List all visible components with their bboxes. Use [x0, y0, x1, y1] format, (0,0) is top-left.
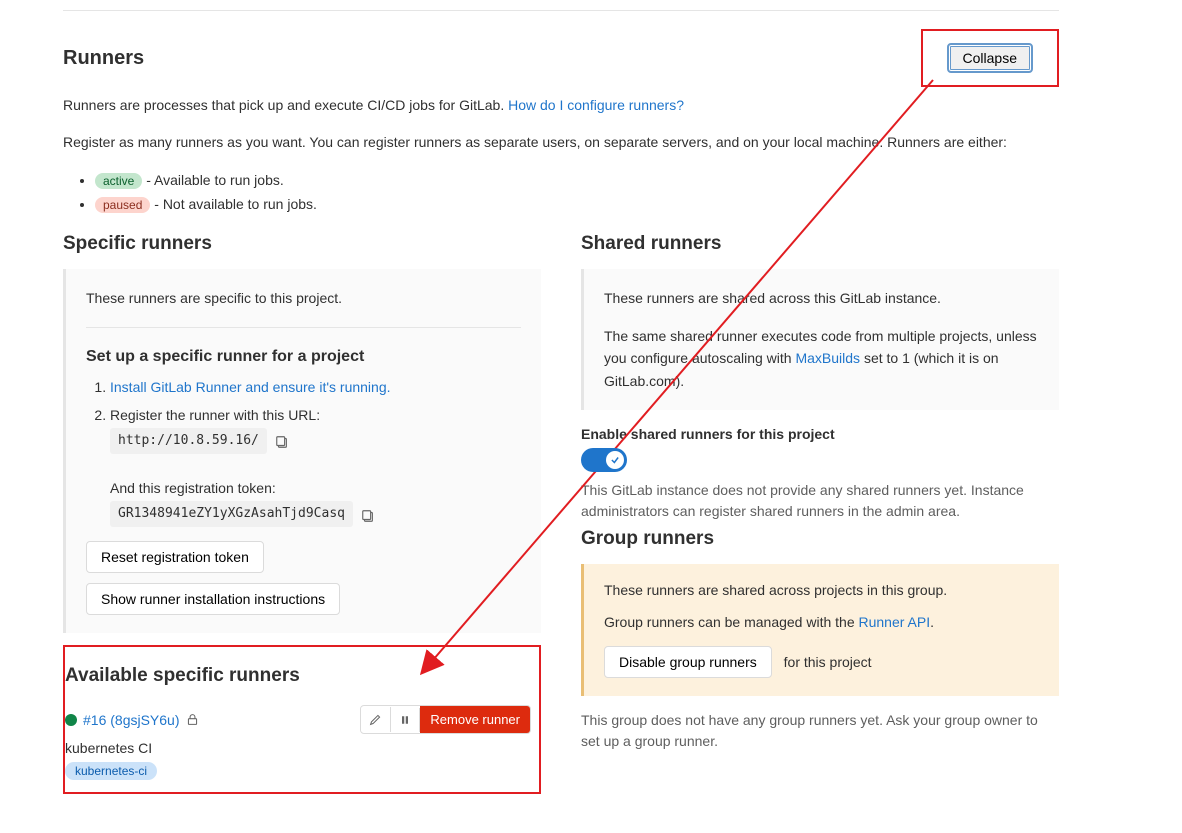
badge-paused: paused — [95, 197, 150, 213]
shared-card: These runners are shared across this Git… — [581, 269, 1059, 411]
intro-line-1: Runners are processes that pick up and e… — [63, 95, 1059, 116]
shared-note-2: The same shared runner executes code fro… — [604, 325, 1039, 392]
pause-icon — [399, 714, 411, 726]
group-note-1: These runners are shared across projects… — [604, 582, 1039, 598]
available-heading: Available specific runners — [65, 665, 531, 687]
registration-url: http://10.8.59.16/ — [110, 428, 267, 454]
group-empty-note: This group does not have any group runne… — [581, 710, 1059, 752]
runner-description: kubernetes CI — [65, 740, 531, 756]
edit-runner-button[interactable] — [361, 707, 391, 732]
specific-runners-heading: Specific runners — [63, 233, 541, 255]
collapse-annotation: Collapse — [921, 29, 1059, 87]
install-runner-link[interactable]: Install GitLab Runner and ensure it's ru… — [110, 379, 391, 395]
runner-row: #16 (8gsjSY6u) Remove runner — [65, 705, 531, 734]
token-label: And this registration token: — [110, 480, 276, 496]
shared-empty-note: This GitLab instance does not provide an… — [581, 480, 1059, 522]
disable-group-suffix: for this project — [784, 654, 872, 670]
group-note-2: Group runners can be managed with the Ru… — [604, 614, 1039, 630]
shared-note-1: These runners are shared across this Git… — [604, 287, 1039, 309]
status-dot-icon — [65, 714, 77, 726]
page-title: Runners — [63, 47, 144, 70]
enable-shared-label: Enable shared runners for this project — [581, 426, 1059, 442]
copy-token-icon[interactable] — [361, 507, 375, 521]
status-active-item: active - Available to run jobs. — [95, 169, 1059, 193]
specific-note: These runners are specific to this proje… — [86, 287, 521, 309]
setup-step-2: Register the runner with this URL: http:… — [110, 404, 521, 528]
setup-step-1: Install GitLab Runner and ensure it's ru… — [110, 376, 521, 400]
shared-runners-heading: Shared runners — [581, 233, 1059, 255]
group-card: These runners are shared across projects… — [581, 564, 1059, 696]
lock-icon — [186, 713, 199, 726]
configure-runners-link[interactable]: How do I configure runners? — [508, 97, 684, 113]
intro-line-2: Register as many runners as you want. Yo… — [63, 132, 1059, 153]
available-annotation: Available specific runners #16 (8gsjSY6u… — [63, 645, 541, 794]
maxbuilds-link[interactable]: MaxBuilds — [795, 350, 860, 366]
setup-title: Set up a specific runner for a project — [86, 348, 521, 366]
runner-id-link[interactable]: #16 (8gsjSY6u) — [83, 712, 180, 728]
enable-shared-toggle[interactable] — [581, 448, 627, 472]
registration-token: GR1348941eZY1yXGzAsahTjd9Casq — [110, 501, 353, 527]
reset-token-button[interactable]: Reset registration token — [86, 541, 264, 573]
disable-group-runners-button[interactable]: Disable group runners — [604, 646, 772, 678]
status-paused-item: paused - Not available to run jobs. — [95, 193, 1059, 217]
copy-url-icon[interactable] — [275, 433, 289, 447]
collapse-button[interactable]: Collapse — [947, 43, 1033, 73]
toggle-knob — [606, 451, 624, 469]
group-runners-heading: Group runners — [581, 528, 1059, 550]
badge-active: active — [95, 173, 142, 189]
remove-runner-button[interactable]: Remove runner — [420, 706, 530, 733]
runner-tag: kubernetes-ci — [65, 762, 157, 780]
show-instructions-button[interactable]: Show runner installation instructions — [86, 583, 340, 615]
check-icon — [610, 455, 620, 465]
runner-api-link[interactable]: Runner API — [859, 614, 931, 630]
pause-runner-button[interactable] — [391, 708, 420, 732]
specific-card: These runners are specific to this proje… — [63, 269, 541, 634]
pencil-icon — [369, 713, 382, 726]
